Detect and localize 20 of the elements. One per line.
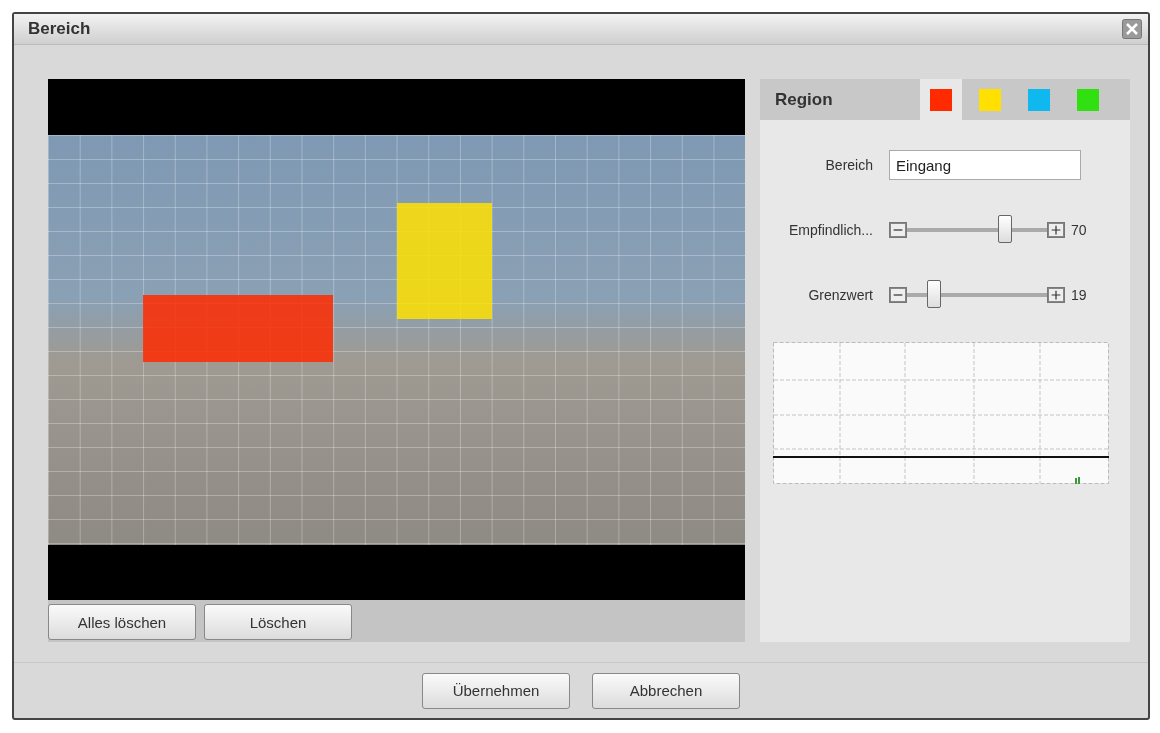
dialog-title: Bereich: [28, 19, 91, 40]
region-tab[interactable]: [920, 79, 962, 121]
slider-label: Grenzwert: [807, 287, 873, 304]
slider-thumb[interactable]: [926, 280, 941, 309]
close-icon[interactable]: [1122, 19, 1142, 40]
minus-button-icon[interactable]: [889, 222, 907, 239]
dialog-button[interactable]: Abbrechen: [592, 672, 740, 709]
action-button[interactable]: Alles löschen: [48, 604, 196, 641]
field-label: Bereich: [824, 157, 873, 174]
dialog-button[interactable]: Übernehmen: [422, 672, 570, 709]
slider-thumb[interactable]: [998, 215, 1012, 244]
plus-button-icon[interactable]: [1047, 287, 1065, 304]
action-button[interactable]: Löschen: [204, 604, 352, 641]
slider-value: 70: [1071, 222, 1087, 239]
region-name-field[interactable]: Eingang: [889, 150, 1081, 181]
panel-title: Region: [775, 89, 834, 110]
slider-value: 19: [1071, 287, 1087, 304]
plus-button-icon[interactable]: [1047, 222, 1065, 239]
minus-button-icon[interactable]: [889, 287, 907, 304]
slider-label: Empfindlich...: [787, 222, 873, 239]
